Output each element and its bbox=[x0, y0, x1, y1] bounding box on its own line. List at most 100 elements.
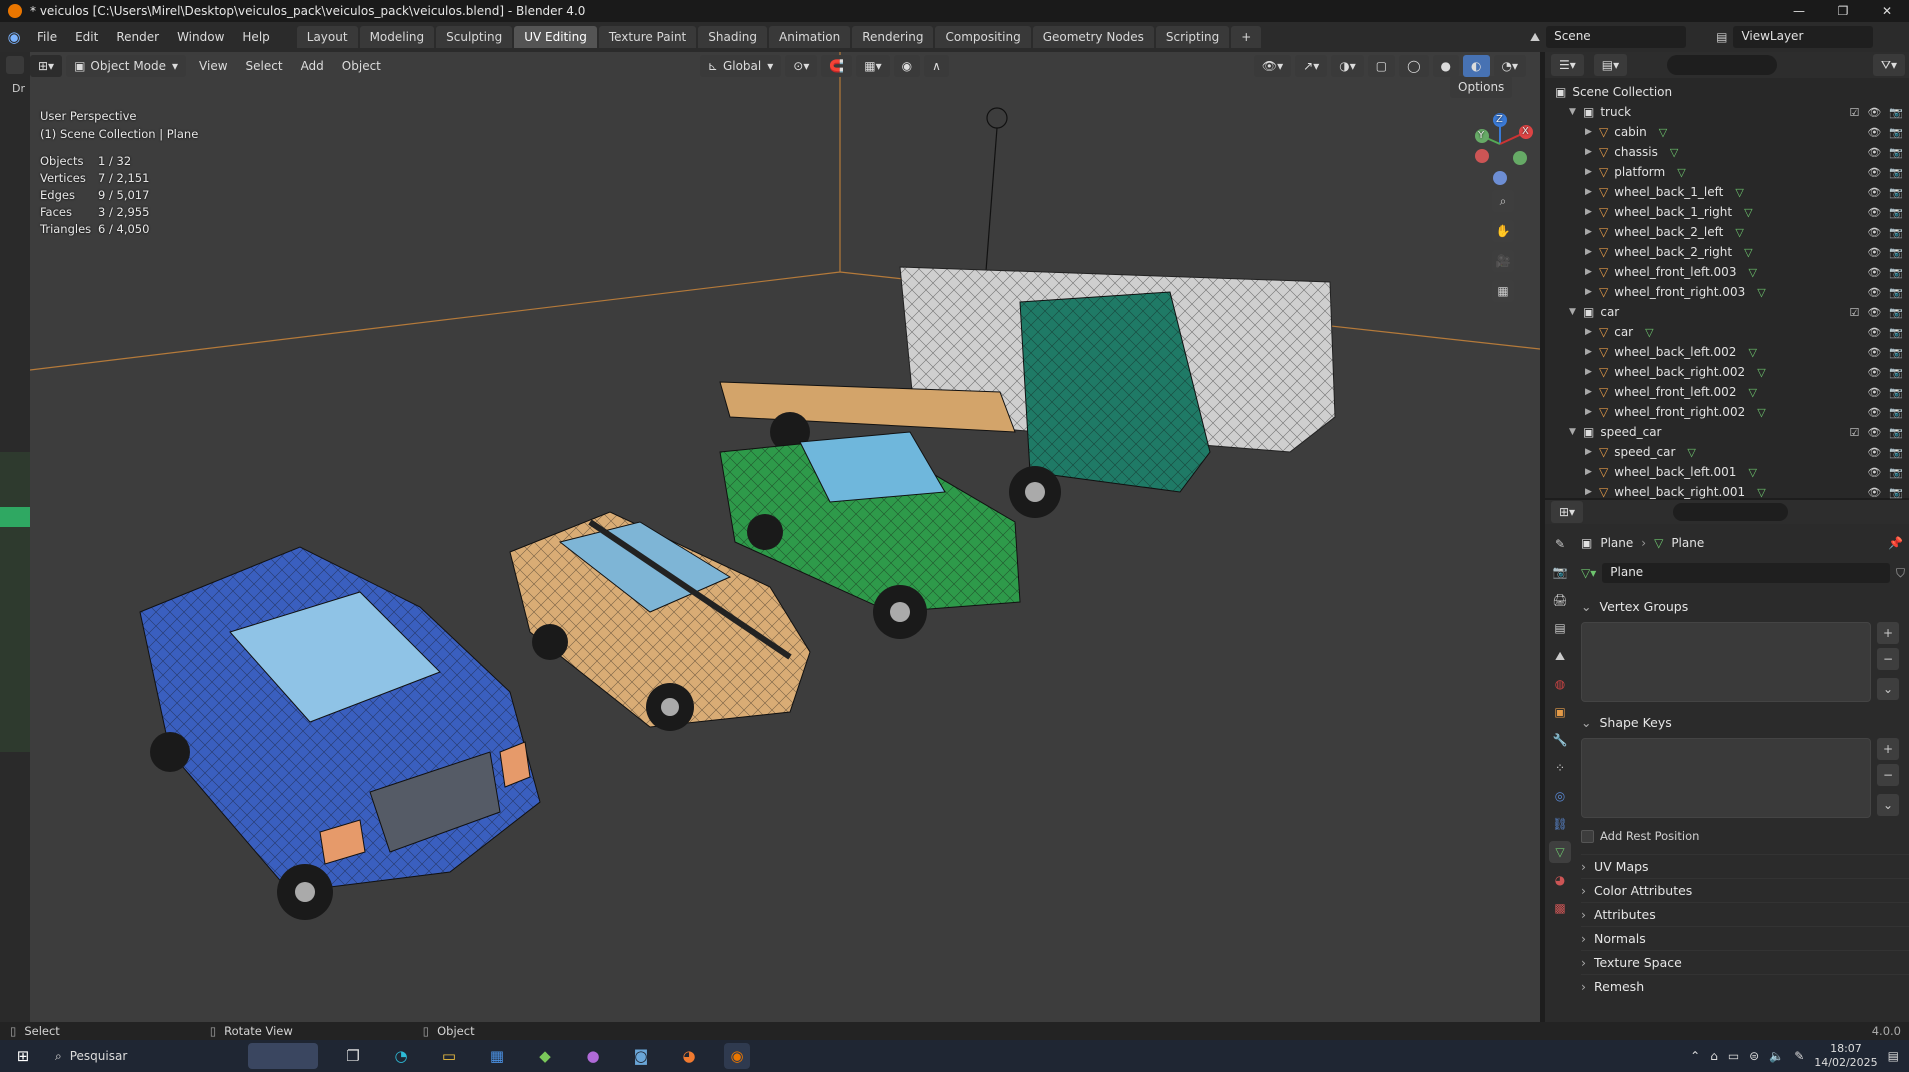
mesh-data-icon[interactable]: ▽ bbox=[1744, 206, 1752, 219]
tab-geometry-nodes[interactable]: Geometry Nodes bbox=[1032, 26, 1154, 48]
pin-icon[interactable]: 📌 bbox=[1888, 536, 1903, 550]
outliner-object-row[interactable]: ▶ ▽ wheel_back_1_right ▽ 👁 📷 bbox=[1555, 202, 1909, 222]
eye-icon[interactable]: 👁 bbox=[1867, 466, 1881, 479]
vertex-group-specials-button[interactable]: ⌄ bbox=[1877, 678, 1899, 700]
camera-icon[interactable]: 📷 bbox=[1889, 146, 1903, 159]
expand-arrow-icon[interactable]: ▶ bbox=[1585, 127, 1599, 137]
shape-keys-list[interactable] bbox=[1581, 738, 1871, 818]
shading-material-icon[interactable]: ◐ bbox=[1463, 55, 1490, 77]
mode-dropdown[interactable]: ▣ Object Mode ▾ bbox=[66, 55, 187, 77]
collapse-arrow-icon[interactable]: ▼ bbox=[1569, 307, 1583, 317]
camera-icon[interactable]: 📷 bbox=[1889, 466, 1903, 479]
exclude-checkbox-icon[interactable]: ☑ bbox=[1849, 106, 1859, 119]
expand-arrow-icon[interactable]: ▶ bbox=[1585, 267, 1599, 277]
mesh-data-icon[interactable]: ▽ bbox=[1670, 146, 1678, 159]
outliner-object-row[interactable]: ▶ ▽ wheel_back_left.002 ▽ 👁 📷 bbox=[1555, 342, 1909, 362]
task-view-icon[interactable]: ❐ bbox=[340, 1043, 366, 1069]
mesh-data-tab-icon[interactable]: ▽ bbox=[1549, 841, 1571, 863]
godot-icon[interactable]: ◙ bbox=[628, 1043, 654, 1069]
camera-icon[interactable]: 📷 bbox=[1889, 126, 1903, 139]
tab-uv-editing[interactable]: UV Editing bbox=[514, 26, 597, 48]
outliner-object-row[interactable]: ▶ ▽ wheel_front_right.003 ▽ 👁 📷 bbox=[1555, 282, 1909, 302]
menu-render[interactable]: Render bbox=[107, 30, 168, 44]
outliner-object-row[interactable]: ▶ ▽ cabin ▽ 👁 📷 bbox=[1555, 122, 1909, 142]
tab-layout[interactable]: Layout bbox=[296, 26, 358, 48]
physics-tab-icon[interactable]: ◎ bbox=[1549, 785, 1571, 807]
falloff-button[interactable]: ∧ bbox=[924, 55, 949, 77]
menu-edit[interactable]: Edit bbox=[66, 30, 107, 44]
constraints-tab-icon[interactable]: ⛓ bbox=[1549, 813, 1571, 835]
object-tab-icon[interactable]: ▣ bbox=[1549, 701, 1571, 723]
tray-display-icon[interactable]: ▭ bbox=[1728, 1049, 1739, 1063]
mesh-data-icon[interactable]: ▽ bbox=[1757, 406, 1765, 419]
mesh-data-icon[interactable]: ▽ bbox=[1757, 486, 1765, 499]
shading-solid-icon[interactable]: ● bbox=[1432, 55, 1460, 77]
expand-arrow-icon[interactable]: ▶ bbox=[1585, 147, 1599, 157]
xray-icon[interactable]: ▢ bbox=[1367, 55, 1396, 77]
camera-icon[interactable]: 📷 bbox=[1889, 486, 1903, 499]
camera-icon[interactable]: 📷 bbox=[1889, 406, 1903, 419]
outliner-editor-type-icon[interactable]: ☰▾ bbox=[1551, 54, 1584, 76]
expand-arrow-icon[interactable]: ▶ bbox=[1585, 227, 1599, 237]
maximize-button[interactable]: ❐ bbox=[1821, 0, 1865, 22]
collapsed-panel-header[interactable]: › UV Maps bbox=[1581, 854, 1909, 878]
camera-icon[interactable]: 📷 bbox=[1889, 366, 1903, 379]
mesh-data-icon[interactable]: ▽ bbox=[1757, 286, 1765, 299]
world-tab-icon[interactable]: ◍ bbox=[1549, 673, 1571, 695]
remove-vertex-group-button[interactable]: − bbox=[1877, 648, 1899, 670]
eye-icon[interactable]: 👁 bbox=[1867, 366, 1881, 379]
scene-selector[interactable]: Scene bbox=[1546, 26, 1687, 48]
outliner-object-row[interactable]: ▶ ▽ wheel_back_2_left ▽ 👁 📷 bbox=[1555, 222, 1909, 242]
outliner-object-row[interactable]: ▶ ▽ wheel_back_left.001 ▽ 👁 📷 bbox=[1555, 462, 1909, 482]
eye-icon[interactable]: 👁 bbox=[1867, 386, 1881, 399]
menu-add[interactable]: Add bbox=[292, 59, 333, 73]
tab-shading[interactable]: Shading bbox=[698, 26, 767, 48]
filter-icon[interactable]: ⛛▾ bbox=[1872, 54, 1905, 76]
mesh-data-icon[interactable]: ▽ bbox=[1748, 346, 1756, 359]
fake-user-icon[interactable]: ⛉ bbox=[1896, 566, 1905, 581]
mesh-data-icon[interactable]: ▽ bbox=[1659, 126, 1667, 139]
outliner-search-input[interactable] bbox=[1667, 55, 1778, 75]
camera-icon[interactable]: 📷 bbox=[1889, 286, 1903, 299]
tab-compositing[interactable]: Compositing bbox=[935, 26, 1031, 48]
expand-arrow-icon[interactable]: ▶ bbox=[1585, 327, 1599, 337]
network-icon[interactable]: ⊜ bbox=[1749, 1049, 1759, 1063]
outliner-object-row[interactable]: ▶ ▽ speed_car ▽ 👁 📷 bbox=[1555, 442, 1909, 462]
edge-browser-icon[interactable]: ◔ bbox=[388, 1043, 414, 1069]
shading-rendered-icon[interactable]: ◔▾ bbox=[1493, 55, 1526, 77]
properties-editor-type-icon[interactable]: ⊞▾ bbox=[1551, 501, 1584, 523]
camera-icon[interactable]: 📷 bbox=[1889, 426, 1903, 439]
expand-arrow-icon[interactable]: ▶ bbox=[1585, 487, 1599, 497]
menu-window[interactable]: Window bbox=[168, 30, 233, 44]
outliner-object-row[interactable]: ▶ ▽ chassis ▽ 👁 📷 bbox=[1555, 142, 1909, 162]
menu-object[interactable]: Object bbox=[333, 59, 390, 73]
camera-icon[interactable]: 📷 bbox=[1889, 446, 1903, 459]
outliner-object-row[interactable]: ▶ ▽ car ▽ 👁 📷 bbox=[1555, 322, 1909, 342]
mesh-data-icon[interactable]: ▽ bbox=[1748, 466, 1756, 479]
collapse-arrow-icon[interactable]: ▼ bbox=[1569, 107, 1583, 117]
overlays-icon[interactable]: ◑▾ bbox=[1331, 55, 1364, 77]
visibility-icon[interactable]: 👁▾ bbox=[1253, 55, 1292, 77]
app-icon[interactable]: ◆ bbox=[532, 1043, 558, 1069]
3d-viewport[interactable]: Z X Y User Perspective (1) Scene Collect… bbox=[30, 52, 1540, 1022]
outliner-object-row[interactable]: ▶ ▽ wheel_front_left.002 ▽ 👁 📷 bbox=[1555, 382, 1909, 402]
camera-icon[interactable]: 📷 bbox=[1889, 186, 1903, 199]
zoom-icon[interactable]: ⌕ bbox=[1492, 190, 1514, 212]
chat-app-icon[interactable]: ● bbox=[580, 1043, 606, 1069]
modifier-tab-icon[interactable]: 🔧 bbox=[1549, 729, 1571, 751]
volume-icon[interactable]: 🔈 bbox=[1769, 1049, 1784, 1063]
particles-tab-icon[interactable]: ⁘ bbox=[1549, 757, 1571, 779]
eye-icon[interactable]: 👁 bbox=[1867, 186, 1881, 199]
vertex-groups-list[interactable] bbox=[1581, 622, 1871, 702]
minimize-button[interactable]: — bbox=[1777, 0, 1821, 22]
display-mode-icon[interactable]: ▤▾ bbox=[1593, 54, 1628, 76]
collapsed-panel-header[interactable]: › Normals bbox=[1581, 926, 1909, 950]
camera-icon[interactable]: 📷 bbox=[1889, 326, 1903, 339]
taskbar-search-box[interactable]: ⌕ Pesquisar bbox=[47, 1043, 237, 1069]
expand-arrow-icon[interactable]: ▶ bbox=[1585, 347, 1599, 357]
expand-arrow-icon[interactable]: ▶ bbox=[1585, 467, 1599, 477]
eye-icon[interactable]: 👁 bbox=[1867, 406, 1881, 419]
camera-icon[interactable]: 📷 bbox=[1889, 266, 1903, 279]
tray-chevron-icon[interactable]: ⌃ bbox=[1690, 1049, 1700, 1063]
eye-icon[interactable]: 👁 bbox=[1867, 306, 1881, 319]
